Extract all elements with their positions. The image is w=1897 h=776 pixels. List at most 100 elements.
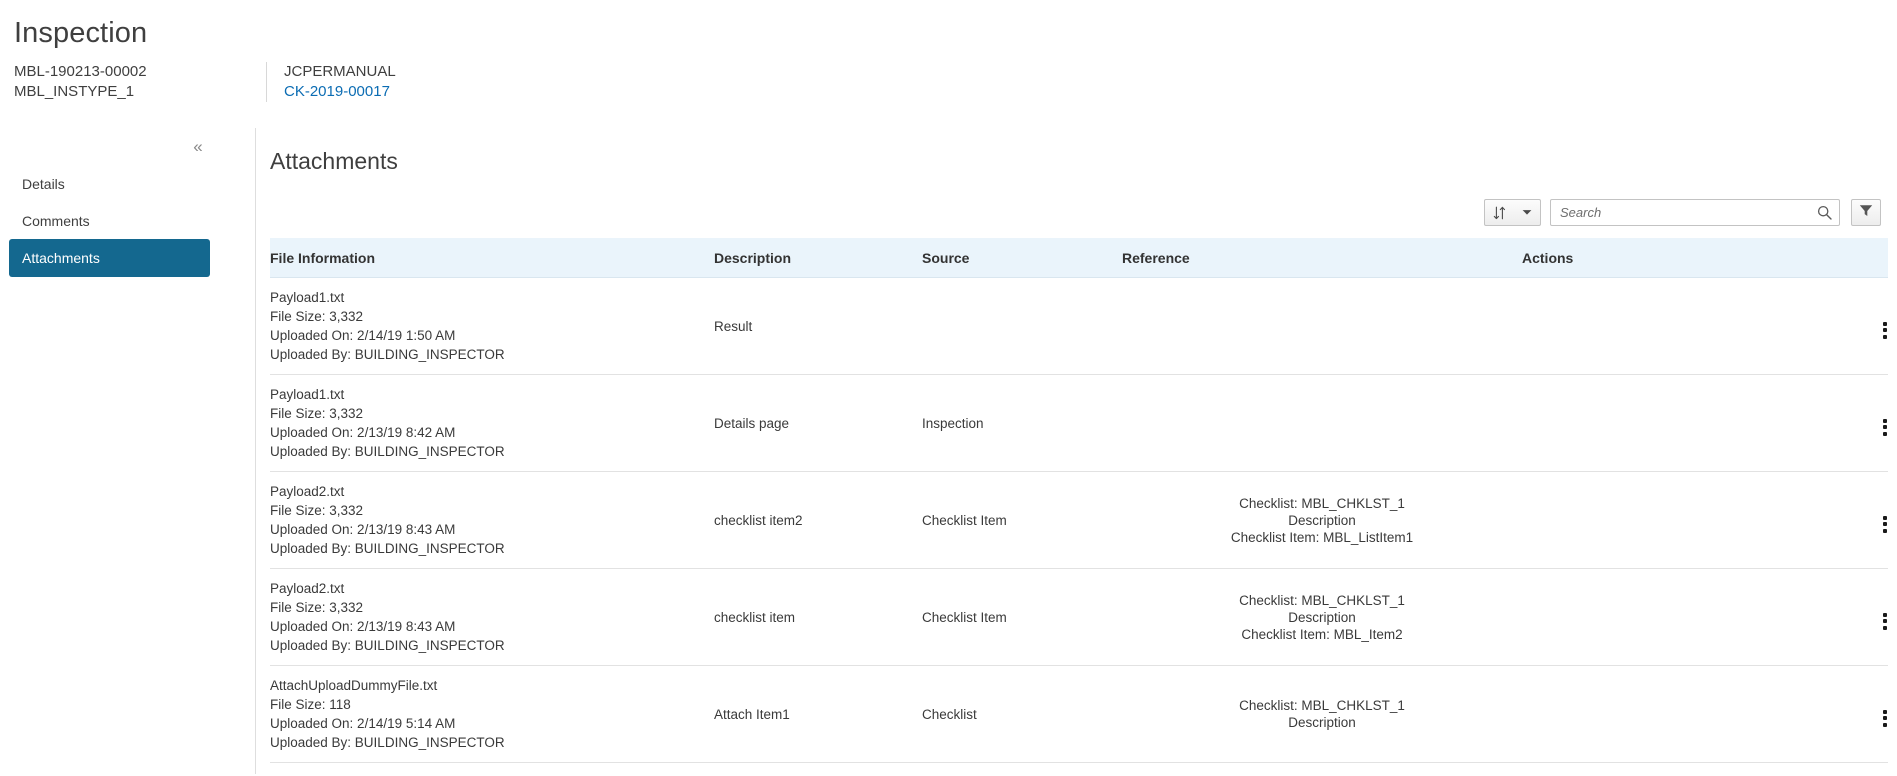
file-size: File Size: 3,332 [270, 600, 364, 615]
cell-file-information: Payload1.txt File Size: 3,332 Uploaded On:… [270, 374, 714, 472]
cell-source: Checklist Item [922, 471, 1122, 569]
cell-reference: Checklist: MBL_CHKLST_1 Description Checkl… [1122, 471, 1522, 569]
file-name: Payload1.txt [270, 387, 345, 402]
file-name: Payload2.txt [270, 581, 345, 596]
cell-source: Inspection [922, 374, 1122, 472]
cell-file-information: Payload1.txt File Size: 3,332 Uploaded On:… [270, 277, 714, 375]
cell-source [922, 277, 1122, 375]
reference-line: Description [1288, 609, 1356, 625]
uploaded-on: Uploaded On: 2/13/19 8:43 AM [270, 619, 456, 634]
table-row[interactable]: AttachUploadDummyFile.txt File Size: 118 U… [270, 665, 1888, 763]
table-toolbar [256, 199, 1888, 226]
body-container: « Details Comments Attachments Attachmen… [0, 128, 1897, 774]
uploaded-on: Uploaded On: 2/13/19 8:42 AM [270, 425, 456, 440]
uploaded-on: Uploaded On: 2/13/19 8:43 AM [270, 522, 456, 537]
reference-link[interactable]: CK-2019-00017 [284, 82, 396, 102]
file-size: File Size: 118 [270, 697, 351, 712]
sort-arrows-icon [1485, 206, 1513, 220]
cell-source: Checklist Item [922, 568, 1122, 666]
cell-actions [1522, 471, 1888, 569]
uploaded-by: Uploaded By: BUILDING_INSPECTOR [270, 541, 505, 556]
column-header-reference[interactable]: Reference [1122, 238, 1522, 278]
vertical-ellipsis-icon[interactable] [1883, 612, 1888, 630]
sidebar-item-list: Details Comments Attachments [0, 128, 255, 277]
cell-file-information: Payload2.txt File Size: 3,332 Uploaded On:… [270, 568, 714, 666]
column-header-file-information[interactable]: File Information [270, 238, 714, 278]
uploaded-by: Uploaded By: BUILDING_INSPECTOR [270, 638, 505, 653]
attachments-table-container: File Information Description Source Refe… [270, 238, 1888, 774]
uploaded-by: Uploaded By: BUILDING_INSPECTOR [270, 347, 505, 362]
vertical-ellipsis-icon[interactable] [1883, 515, 1888, 533]
funnel-icon [1859, 204, 1873, 222]
cell-reference [1122, 277, 1522, 375]
reference-line: Checklist: MBL_CHKLST_1 [1239, 495, 1405, 511]
sidebar-item-attachments[interactable]: Attachments [9, 239, 210, 277]
cell-reference: Checklist: MBL_CHKLST_1 Description [1122, 665, 1522, 763]
vertical-ellipsis-icon[interactable] [1883, 709, 1888, 727]
vertical-ellipsis-icon[interactable] [1883, 321, 1888, 339]
search-input[interactable] [1551, 200, 1839, 225]
search-box [1550, 199, 1840, 226]
cell-reference: Checklist: MBL_CHKLST_1 Description Checkl… [1122, 568, 1522, 666]
uploaded-by: Uploaded By: BUILDING_INSPECTOR [270, 444, 505, 459]
header-divider [266, 62, 267, 102]
record-type: MBL_INSTYPE_1 [14, 83, 135, 100]
uploaded-by: Uploaded By: BUILDING_INSPECTOR [270, 735, 505, 750]
cell-reference [1122, 374, 1522, 472]
sidebar-item-details[interactable]: Details [0, 166, 255, 202]
reference-line: Checklist: MBL_CHKLST_1 [1239, 592, 1405, 608]
sort-button[interactable] [1484, 199, 1541, 226]
file-size: File Size: 3,332 [270, 406, 364, 421]
cell-description: Result [714, 277, 922, 375]
cell-actions [1522, 277, 1888, 375]
file-name: Payload1.txt [270, 290, 345, 305]
reference-line: Checklist Item: MBL_Item2 [1241, 626, 1403, 642]
cell-source: Checklist [922, 665, 1122, 763]
file-size: File Size: 3,332 [270, 503, 364, 518]
column-header-description[interactable]: Description [714, 238, 922, 278]
reference-line: Checklist Item: MBL_ListItem1 [1230, 529, 1414, 545]
table-row[interactable]: Payload2.txt File Size: 3,332 Uploaded On:… [270, 471, 1888, 569]
cell-file-information: AttachUploadDummyFile.txt File Size: 118 U… [270, 665, 714, 763]
side-navigation: « Details Comments Attachments [0, 128, 255, 774]
table-row[interactable]: Payload1.txt File Size: 3,332 Uploaded On:… [270, 374, 1888, 472]
table-row[interactable]: Payload2.txt File Size: 3,332 Uploaded On:… [270, 568, 1888, 666]
sidebar-item-label: Details [22, 176, 65, 192]
file-size: File Size: 3,332 [270, 309, 364, 324]
collapse-sidebar-icon[interactable]: « [187, 136, 209, 158]
vertical-ellipsis-icon[interactable] [1883, 418, 1888, 436]
cell-file-information: Payload2.txt File Size: 3,332 Uploaded On:… [270, 471, 714, 569]
chevron-down-icon [1513, 209, 1540, 216]
cell-description: Attach Item1 [714, 665, 922, 763]
file-name: AttachUploadDummyFile.txt [270, 678, 438, 693]
table-header: File Information Description Source Refe… [270, 238, 1888, 278]
search-icon[interactable] [1817, 205, 1832, 220]
filter-button[interactable] [1851, 199, 1881, 226]
sidebar-item-comments[interactable]: Comments [0, 203, 255, 239]
record-id: MBL-190213-00002 [14, 63, 147, 80]
main-panel: Attachments Search File Information Desc… [255, 128, 1897, 774]
reference-line: Description [1288, 715, 1356, 730]
record-reference: JCPERMANUAL CK-2019-00017 [284, 62, 396, 102]
reference-line: Description [1288, 512, 1356, 528]
reference-line: Checklist: MBL_CHKLST_1 [1239, 698, 1405, 713]
uploaded-on: Uploaded On: 2/14/19 1:50 AM [270, 328, 456, 343]
sidebar-item-label: Attachments [22, 250, 100, 266]
cell-description: checklist item [714, 568, 922, 666]
attachments-table: File Information Description Source Refe… [270, 238, 1888, 763]
table-header-row: File Information Description Source Refe… [270, 238, 1888, 278]
cell-actions [1522, 568, 1888, 666]
cell-actions [1522, 665, 1888, 763]
page-header: Inspection MBL-190213-00002 MBL_INSTYPE_… [0, 0, 1897, 102]
header-meta: MBL-190213-00002 MBL_INSTYPE_1 JCPERMANU… [14, 62, 1897, 102]
cell-description: checklist item2 [714, 471, 922, 569]
page-title: Inspection [14, 17, 148, 49]
sidebar-item-label: Comments [22, 213, 90, 229]
column-header-source[interactable]: Source [922, 238, 1122, 278]
cell-actions [1522, 374, 1888, 472]
table-row[interactable]: Payload1.txt File Size: 3,332 Uploaded On:… [270, 277, 1888, 375]
record-identity: MBL-190213-00002 MBL_INSTYPE_1 [14, 62, 266, 102]
column-header-actions: Actions [1522, 238, 1888, 278]
file-name: Payload2.txt [270, 484, 345, 499]
uploaded-on: Uploaded On: 2/14/19 5:14 AM [270, 716, 456, 731]
